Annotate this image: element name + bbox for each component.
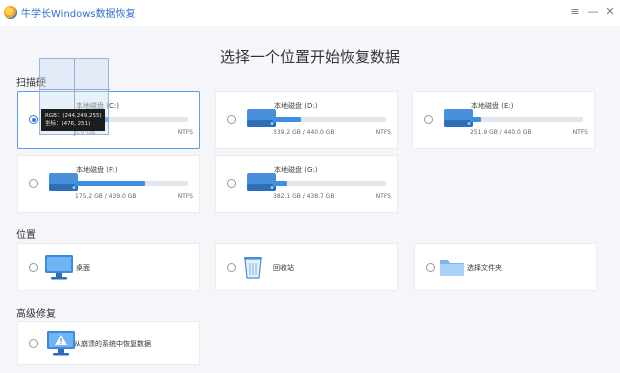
usage-bar-fill xyxy=(273,181,287,186)
drive-name: 本地磁盘 (D:) xyxy=(274,102,318,110)
drive-size: 251.9 GB / 440.0 GB xyxy=(470,129,532,136)
minimize-icon[interactable]: — xyxy=(584,3,602,21)
drive-fs: NTFS xyxy=(572,129,588,136)
advanced-label-crashed-system: 从崩溃的系统中恢复数据 xyxy=(74,340,151,348)
drive-card-e[interactable]: 本地磁盘 (E:) 251.9 GB / 440.0 GB NTFS xyxy=(412,91,595,149)
drive-fs: NTFS xyxy=(177,193,193,200)
radio-desktop[interactable] xyxy=(29,263,38,272)
recycle-bin-icon xyxy=(244,257,262,279)
radio-drive-d[interactable] xyxy=(227,115,236,124)
advanced-card-crashed-system[interactable]: 从崩溃的系统中恢复数据 xyxy=(17,321,200,365)
drive-size: 339.2 GB / 440.0 GB xyxy=(273,129,335,136)
drive-size: 382.1 GB / 438.7 GB xyxy=(273,193,335,200)
radio-drive-g[interactable] xyxy=(227,179,236,188)
usage-bar-fill xyxy=(470,117,482,122)
color-picker-tooltip: RGB：(244,249,255) 坐标：(476, 251) xyxy=(41,109,105,131)
tooltip-rgb: RGB：(244,249,255) xyxy=(45,113,102,119)
title-bar: 牛学长Windows数据恢复 ≡ — ✕ xyxy=(0,0,620,26)
drive-size: 175.2 GB / 439.0 GB xyxy=(75,193,137,200)
tooltip-coordinate: 坐标：(476, 251) xyxy=(45,121,91,127)
drive-fs: NTFS xyxy=(375,193,391,200)
section-title-advanced: 高级修复 xyxy=(16,309,56,320)
drive-card-g[interactable]: 本地磁盘 (G:) 382.1 GB / 438.7 GB NTFS xyxy=(215,155,398,213)
usage-bar-fill xyxy=(273,117,302,122)
radio-drive-f[interactable] xyxy=(29,179,38,188)
usage-bar xyxy=(75,181,188,186)
magnifier-crosshair-horizontal xyxy=(40,89,110,90)
monitor-icon xyxy=(45,255,73,280)
radio-select-folder[interactable] xyxy=(426,263,435,272)
app-title: 牛学长Windows数据恢复 xyxy=(21,9,136,20)
usage-bar xyxy=(273,181,386,186)
drive-card-f[interactable]: 本地磁盘 (F:) 175.2 GB / 439.0 GB NTFS xyxy=(17,155,200,213)
radio-drive-c[interactable] xyxy=(29,115,38,124)
radio-drive-e[interactable] xyxy=(424,115,433,124)
close-icon[interactable]: ✕ xyxy=(601,3,619,21)
section-title-location: 位置 xyxy=(16,230,36,241)
folder-icon xyxy=(440,260,464,276)
usage-bar xyxy=(470,117,583,122)
location-label-desktop: 桌面 xyxy=(76,264,90,272)
location-label-recycle-bin: 回收站 xyxy=(273,264,294,272)
usage-bar xyxy=(273,117,386,122)
menu-icon[interactable]: ≡ xyxy=(566,3,584,21)
drive-name: 本地磁盘 (E:) xyxy=(471,102,514,110)
location-card-select-folder[interactable]: 选择文件夹 xyxy=(414,243,597,291)
app-logo-icon xyxy=(4,6,17,19)
drive-name: 本地磁盘 (G:) xyxy=(274,166,318,174)
usage-bar-fill xyxy=(75,181,146,186)
drive-fs: NTFS xyxy=(375,129,391,136)
location-label-select-folder: 选择文件夹 xyxy=(467,264,502,272)
drive-card-d[interactable]: 本地磁盘 (D:) 339.2 GB / 440.0 GB NTFS xyxy=(215,91,398,149)
location-card-desktop[interactable]: 桌面 xyxy=(17,243,200,291)
drive-name: 本地磁盘 (F:) xyxy=(76,166,118,174)
crashed-pc-warning-icon xyxy=(47,331,75,356)
location-card-recycle-bin[interactable]: 回收站 xyxy=(215,243,398,291)
drive-fs: NTFS xyxy=(177,129,193,136)
radio-crashed-system[interactable] xyxy=(29,339,38,348)
radio-recycle-bin[interactable] xyxy=(227,263,236,272)
